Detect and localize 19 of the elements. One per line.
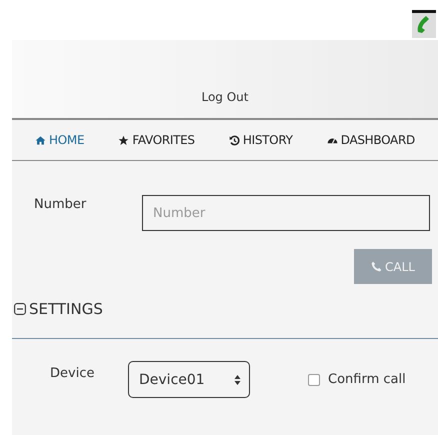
nav-tab[interactable]: HISTORY: [228, 133, 293, 147]
device-select[interactable]: Device01: [128, 361, 250, 398]
nav-tab[interactable]: FAVORITES: [118, 133, 195, 147]
star-icon: [118, 134, 130, 146]
settings-heading: SETTINGS: [29, 300, 103, 318]
collapse-icon[interactable]: [14, 303, 26, 315]
logout-link[interactable]: Log Out: [201, 90, 248, 104]
history-icon: [228, 134, 240, 146]
house-icon: [35, 134, 46, 146]
number-field[interactable]: Number: [142, 195, 430, 231]
phone-icon[interactable]: [412, 10, 436, 38]
device-label: Device: [50, 366, 96, 381]
confirm-checkbox[interactable]: [308, 374, 320, 386]
confirm-label: Confirm call: [328, 372, 406, 387]
number-label: Number: [34, 197, 88, 212]
nav-tab[interactable]: DASHBOARD: [326, 133, 415, 147]
phone-icon: [371, 261, 382, 272]
up-down-arrows-icon: [234, 374, 241, 386]
nav-tab[interactable]: HOME: [35, 133, 84, 147]
